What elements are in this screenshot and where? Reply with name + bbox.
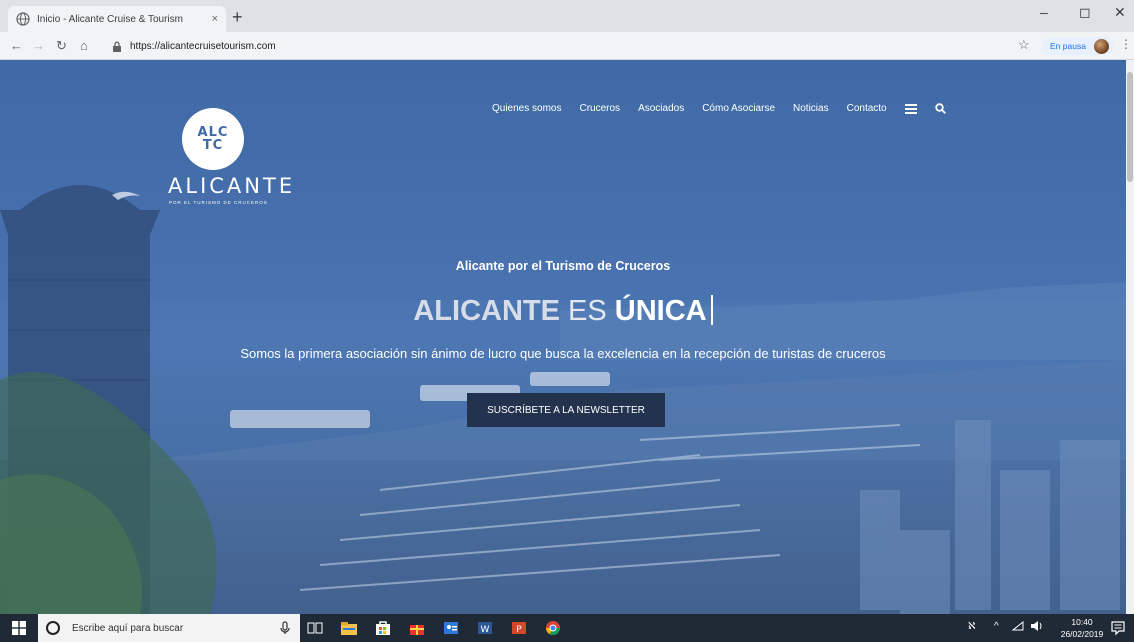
nav-item-como-asociarse[interactable]: Cómo Asociarse <box>702 103 775 114</box>
tab-close-icon[interactable]: × <box>212 13 218 25</box>
taskbar-clock[interactable]: 10:40 26/02/2019 <box>1060 616 1104 640</box>
logo-badge-bottom: TC <box>202 138 224 153</box>
reload-icon[interactable]: ↻ <box>56 38 67 54</box>
hero-description: Somos la primera asociación sin ánimo de… <box>240 346 886 361</box>
word-icon[interactable]: W <box>476 619 494 637</box>
tab-title: Inicio - Alicante Cruise & Tourism <box>37 13 183 25</box>
hero-title-alicante: ALICANTE <box>413 295 560 327</box>
people-icon[interactable]: ℵ <box>968 621 975 632</box>
close-window-icon[interactable]: ✕ <box>1114 4 1126 21</box>
taskbar-search-placeholder: Escribe aquí para buscar <box>72 622 184 634</box>
alicante-harbor-photo <box>0 185 1126 614</box>
browser-tab-active[interactable]: Inicio - Alicante Cruise & Tourism × <box>8 6 226 32</box>
browser-toolbar: ← → ↻ ⌂ https://alicantecruisetourism.co… <box>0 32 1134 60</box>
clock-date: 26/02/2019 <box>1060 629 1104 639</box>
maximize-icon[interactable]: ◻ <box>1079 4 1091 21</box>
url-text: https://alicantecruisetourism.com <box>130 40 276 52</box>
web-page: ALC TC ALICANTE POR EL TURISMO DE CRUCER… <box>0 60 1126 614</box>
hero-title-es: ES <box>568 295 607 327</box>
bookmark-star-icon[interactable]: ☆ <box>1018 37 1030 53</box>
back-arrow-icon[interactable]: ← <box>10 38 23 54</box>
svg-text:P: P <box>516 625 522 635</box>
contacts-app-icon[interactable] <box>442 619 460 637</box>
hamburger-icon[interactable] <box>904 103 917 114</box>
logo-tagline: POR EL TURISMO DE CRUCEROS <box>169 200 268 205</box>
volume-icon[interactable] <box>1030 621 1044 634</box>
globe-icon <box>16 12 30 26</box>
kebab-menu-icon[interactable]: ⋮ <box>1120 37 1132 51</box>
typing-caret <box>710 295 713 325</box>
hero-title-unica: ÚNICA <box>614 295 707 327</box>
store-icon[interactable] <box>374 619 392 637</box>
home-icon[interactable]: ⌂ <box>80 38 88 54</box>
profile-status: En pausa <box>1050 41 1086 51</box>
hero-title: ALICANTE ES ÚNICA <box>0 295 1126 328</box>
task-view-icon[interactable] <box>306 619 324 637</box>
new-tab-button[interactable]: + <box>232 6 243 28</box>
chrome-icon[interactable] <box>544 619 562 637</box>
svg-text:W: W <box>481 625 490 635</box>
page-scrollbar[interactable] <box>1126 60 1134 614</box>
search-icon[interactable] <box>934 103 946 114</box>
site-logo[interactable]: ALC TC ALICANTE POR EL TURISMO DE CRUCER… <box>168 108 292 208</box>
newsletter-subscribe-button[interactable]: SUSCRÍBETE A LA NEWSLETTER <box>467 393 665 427</box>
browser-tab-strip: Inicio - Alicante Cruise & Tourism × + –… <box>0 0 1134 32</box>
cortana-circle-icon <box>46 621 60 635</box>
lock-icon <box>112 41 122 52</box>
windows-taskbar: Escribe aquí para buscar W P ℵ ^ 10:40 2… <box>0 614 1134 642</box>
logo-badge: ALC TC <box>182 108 244 170</box>
file-explorer-icon[interactable] <box>340 619 358 637</box>
scrollbar-thumb[interactable] <box>1127 72 1133 182</box>
network-icon[interactable] <box>1011 620 1024 634</box>
nav-item-contacto[interactable]: Contacto <box>847 103 887 114</box>
hero-subtitle: Alicante por el Turismo de Cruceros <box>455 259 671 273</box>
nav-item-noticias[interactable]: Noticias <box>793 103 829 114</box>
logo-wordmark: ALICANTE <box>168 174 296 198</box>
microphone-icon[interactable] <box>278 621 292 635</box>
main-nav: Quienes somos Cruceros Asociados Cómo As… <box>492 103 964 114</box>
nav-item-asociados[interactable]: Asociados <box>638 103 684 114</box>
profile-button[interactable]: En pausa <box>1042 37 1114 55</box>
minimize-icon[interactable]: – <box>1040 4 1048 20</box>
taskbar-search-box[interactable]: Escribe aquí para buscar <box>38 614 300 642</box>
windows-start-icon[interactable] <box>12 621 26 635</box>
nav-item-cruceros[interactable]: Cruceros <box>579 103 620 114</box>
action-center-icon[interactable] <box>1110 620 1126 636</box>
powerpoint-icon[interactable]: P <box>510 619 528 637</box>
address-bar[interactable]: https://alicantecruisetourism.com <box>112 36 1012 56</box>
forward-arrow-icon[interactable]: → <box>32 38 45 54</box>
clock-time: 10:40 <box>1071 617 1093 627</box>
gift-app-icon[interactable] <box>408 619 426 637</box>
chevron-up-icon[interactable]: ^ <box>994 621 999 632</box>
avatar <box>1093 38 1109 54</box>
nav-item-quienes-somos[interactable]: Quienes somos <box>492 103 561 114</box>
